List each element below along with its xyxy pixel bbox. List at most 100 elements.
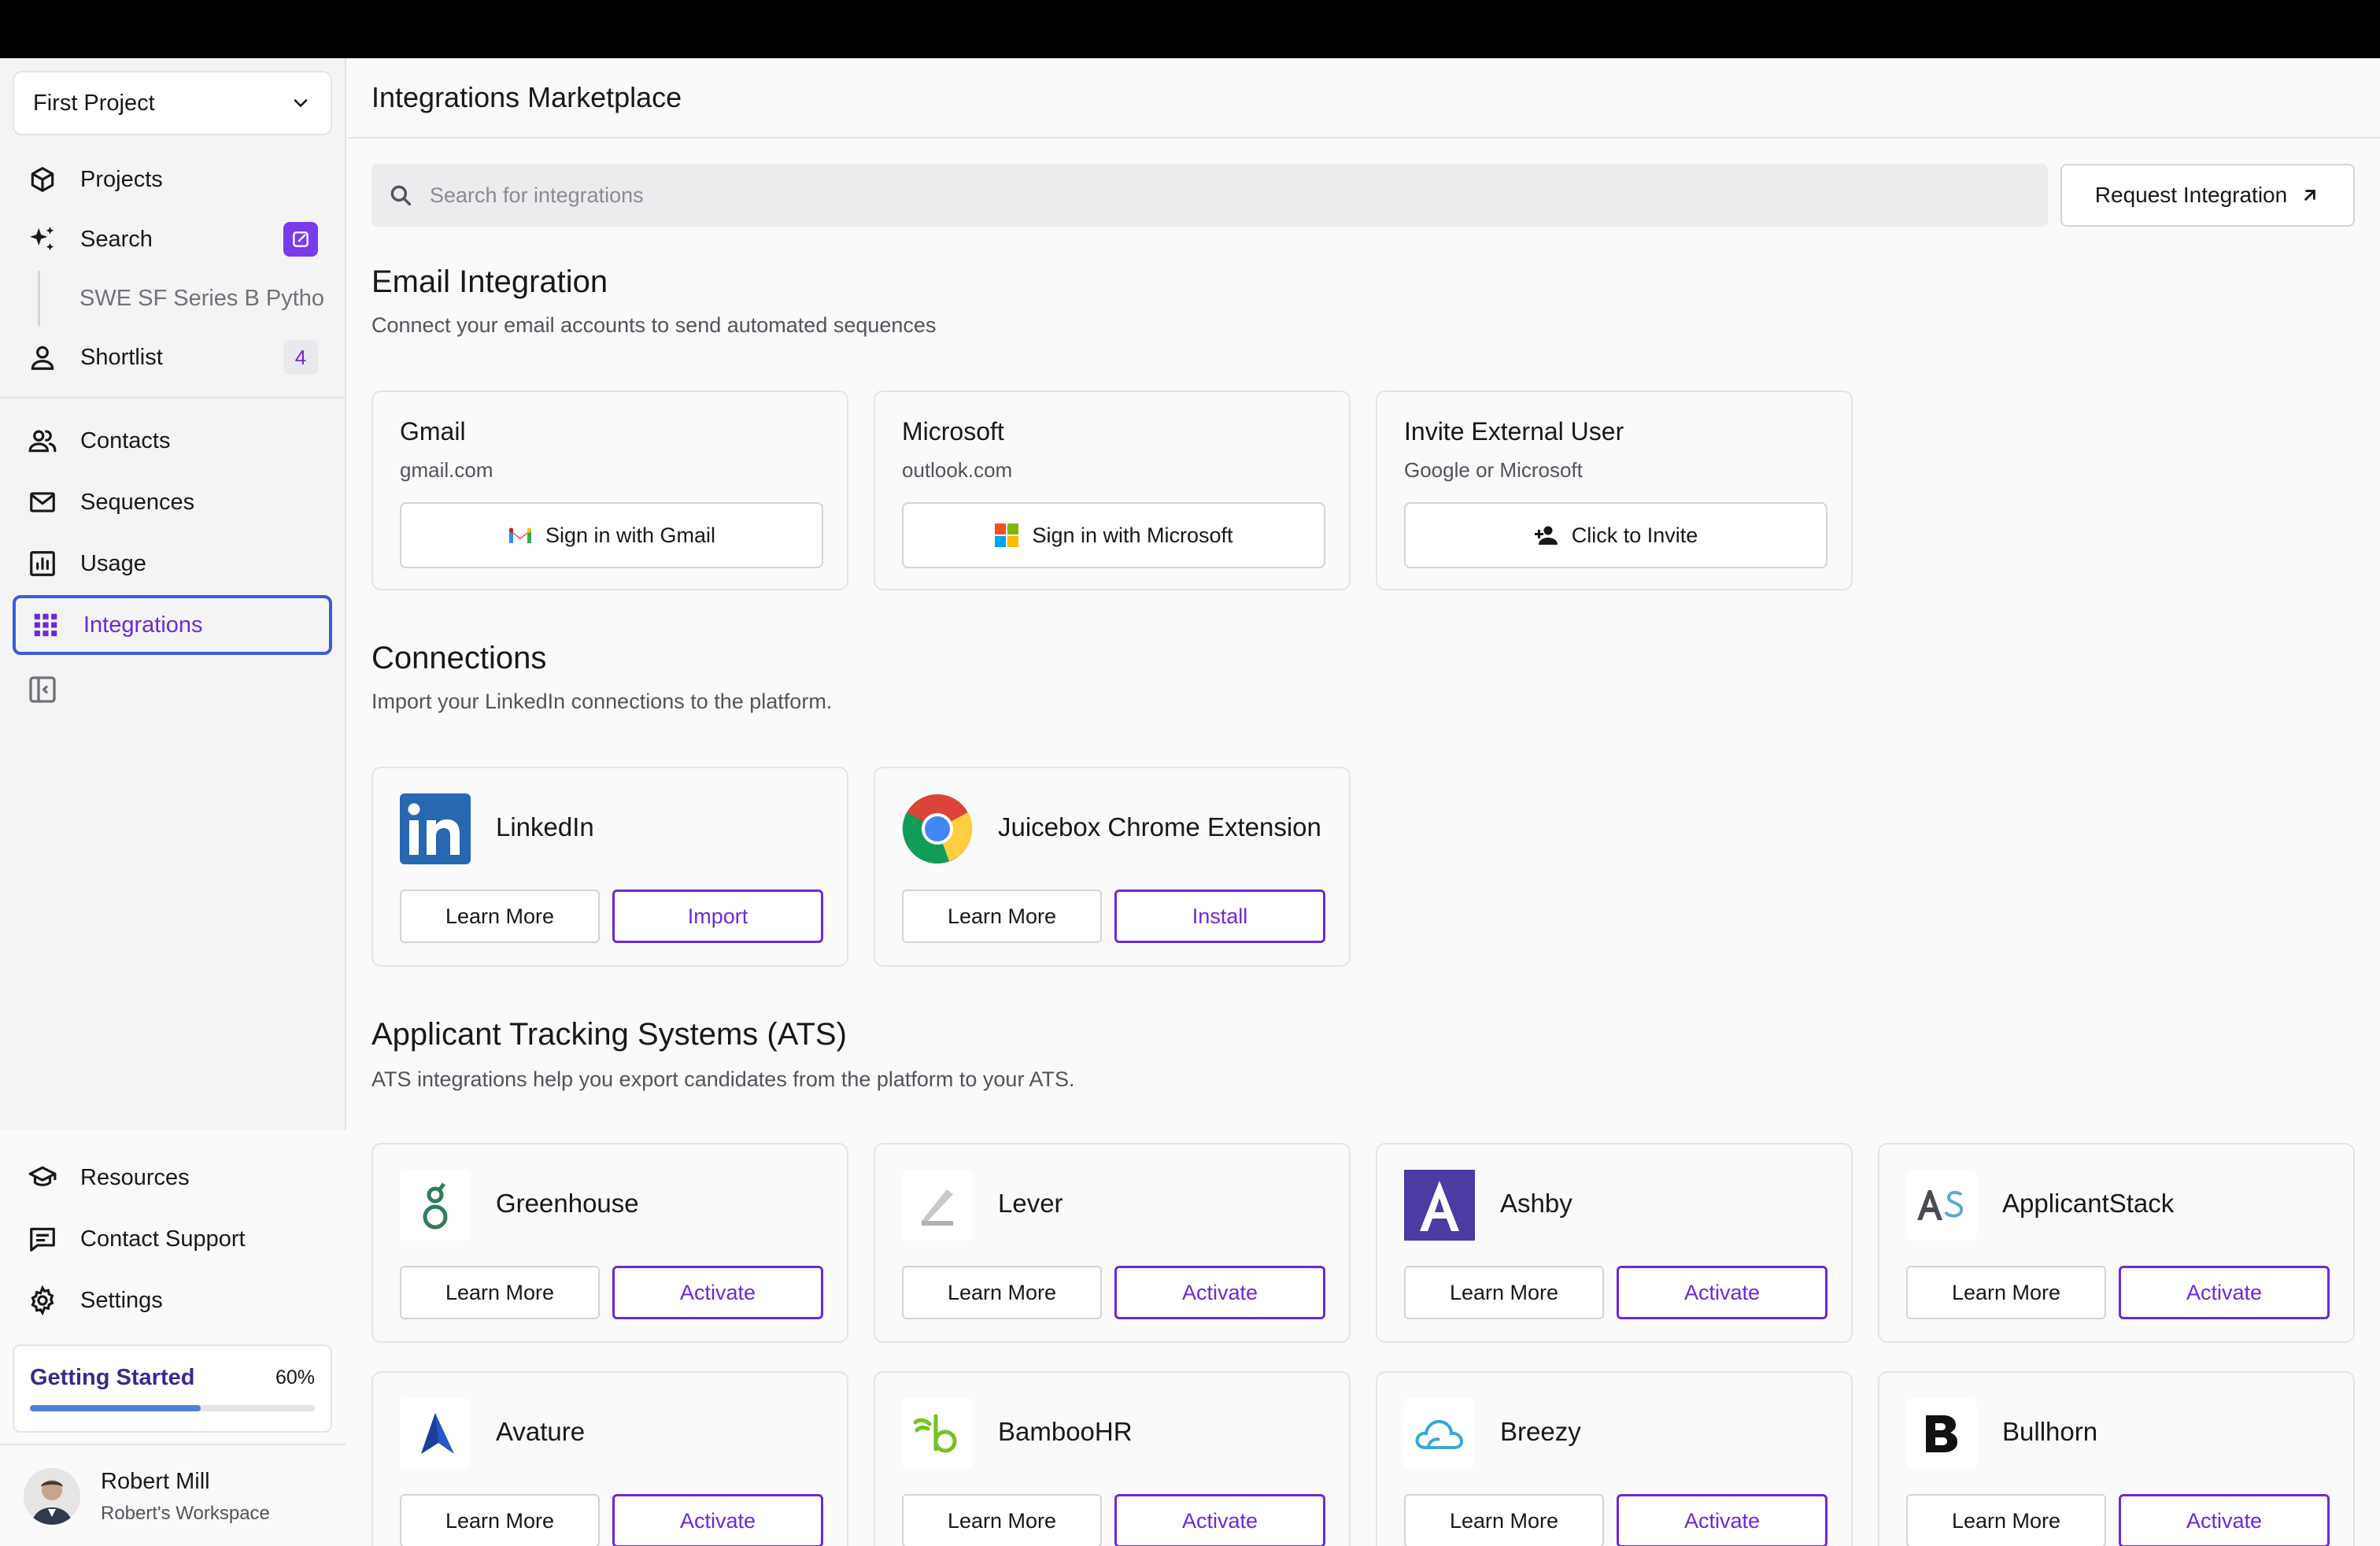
- nav-contacts-label: Contacts: [80, 427, 171, 453]
- gmail-card: Gmail gmail.com Sign in with Gmail: [371, 390, 848, 590]
- search-sub-item[interactable]: SWE SF Series B Pytho: [38, 271, 329, 326]
- sidebar: First Project Projects Search SWE SF Ser…: [0, 58, 346, 1546]
- nav-contact-support-label: Contact Support: [80, 1226, 246, 1252]
- page-header: Integrations Marketplace: [348, 58, 2380, 139]
- nav-shortlist-label: Shortlist: [80, 344, 163, 370]
- invite-external-user-card: Invite External User Google or Microsoft…: [1376, 390, 1853, 590]
- sign-in-microsoft-button[interactable]: Sign in with Microsoft: [902, 502, 1325, 568]
- nav-resources[interactable]: Resources: [13, 1148, 332, 1208]
- sidebar-divider: [0, 1444, 346, 1445]
- cube-icon: [27, 164, 58, 195]
- connections-section-title: Connections: [371, 641, 547, 675]
- nav-contact-support[interactable]: Contact Support: [13, 1209, 332, 1269]
- activate-button[interactable]: Activate: [1617, 1266, 1828, 1319]
- integration-name: Breezy: [1500, 1417, 1581, 1446]
- import-button[interactable]: Import: [612, 890, 823, 943]
- nav-contacts[interactable]: Contacts: [13, 411, 332, 471]
- shortlist-count-badge: 4: [283, 340, 318, 375]
- learn-more-button[interactable]: Learn More: [902, 1266, 1102, 1319]
- nav-shortlist[interactable]: Shortlist 4: [13, 327, 332, 387]
- collapse-sidebar-icon[interactable]: [27, 674, 58, 705]
- nav-search-label: Search: [80, 226, 153, 252]
- card-title: Microsoft: [902, 417, 1004, 446]
- greenhouse-card: Greenhouse Learn More Activate: [371, 1143, 848, 1343]
- activate-button[interactable]: Activate: [2119, 1266, 2330, 1319]
- integration-name: ApplicantStack: [2002, 1189, 2175, 1218]
- new-search-button[interactable]: [283, 222, 318, 257]
- breezy-icon: [1404, 1398, 1475, 1469]
- learn-more-button[interactable]: Learn More: [902, 890, 1102, 943]
- nav-sequences[interactable]: Sequences: [13, 472, 332, 532]
- nav-integrations-label: Integrations: [83, 612, 203, 638]
- click-to-invite-button[interactable]: Click to Invite: [1404, 502, 1828, 568]
- nav-projects[interactable]: Projects: [13, 150, 332, 209]
- learn-more-button[interactable]: Learn More: [400, 1266, 600, 1319]
- nav-settings-label: Settings: [80, 1287, 163, 1313]
- learn-more-button[interactable]: Learn More: [902, 1494, 1102, 1546]
- progress-fill: [30, 1405, 201, 1411]
- integration-name: BambooHR: [998, 1417, 1133, 1446]
- user-profile[interactable]: Robert Mill Robert's Workspace: [0, 1447, 346, 1546]
- project-name: First Project: [33, 90, 155, 116]
- card-title: Invite External User: [1404, 417, 1624, 446]
- install-button[interactable]: Install: [1114, 890, 1325, 943]
- nav-settings[interactable]: Settings: [13, 1270, 332, 1330]
- chrome-icon: [902, 793, 973, 864]
- email-section-subtitle: Connect your email accounts to send auto…: [371, 313, 937, 337]
- nav-sequences-label: Sequences: [80, 489, 195, 515]
- nav-integrations[interactable]: Integrations: [13, 595, 332, 655]
- ashby-icon: [1404, 1170, 1475, 1241]
- learn-more-button[interactable]: Learn More: [1404, 1494, 1604, 1546]
- user-workspace: Robert's Workspace: [101, 1502, 270, 1524]
- sparkle-icon: [27, 224, 58, 255]
- integration-name: Ashby: [1500, 1189, 1572, 1218]
- learn-more-button[interactable]: Learn More: [1906, 1266, 2106, 1319]
- activate-button[interactable]: Activate: [2119, 1494, 2330, 1546]
- activate-button[interactable]: Activate: [1617, 1494, 1828, 1546]
- search-bar[interactable]: [371, 164, 2048, 227]
- learn-more-button[interactable]: Learn More: [400, 1494, 600, 1546]
- learn-more-button[interactable]: Learn More: [400, 890, 600, 943]
- getting-started-progress: [30, 1405, 315, 1411]
- email-section-title: Email Integration: [371, 264, 608, 299]
- linkedin-icon: [400, 793, 471, 864]
- sign-in-gmail-button[interactable]: Sign in with Gmail: [400, 502, 823, 568]
- getting-started-card[interactable]: Getting Started 60%: [13, 1344, 332, 1433]
- request-integration-label: Request Integration: [2094, 183, 2288, 207]
- search-input[interactable]: [430, 183, 1925, 208]
- avature-card: Avature Learn More Activate: [371, 1371, 848, 1546]
- message-icon: [27, 1223, 58, 1255]
- project-selector[interactable]: First Project: [13, 71, 332, 135]
- activate-button[interactable]: Activate: [1114, 1266, 1325, 1319]
- search-sub-label: SWE SF Series B Pytho: [79, 285, 325, 311]
- avatar: [24, 1468, 80, 1525]
- activate-button[interactable]: Activate: [612, 1494, 823, 1546]
- chrome-extension-card: Juicebox Chrome Extension Learn More Ins…: [874, 767, 1351, 967]
- getting-started-label: Getting Started: [30, 1365, 195, 1390]
- activate-button[interactable]: Activate: [612, 1266, 823, 1319]
- ats-section-title: Applicant Tracking Systems (ATS): [371, 1017, 847, 1052]
- learn-more-button[interactable]: Learn More: [1906, 1494, 2106, 1546]
- nav-usage[interactable]: Usage: [13, 534, 332, 594]
- integration-name: Bullhorn: [2002, 1417, 2098, 1446]
- request-integration-button[interactable]: Request Integration: [2060, 164, 2355, 227]
- bar-chart-icon: [27, 548, 58, 579]
- card-title: Gmail: [400, 417, 466, 446]
- microsoft-card: Microsoft outlook.com Sign in with Micro…: [874, 390, 1351, 590]
- activate-button[interactable]: Activate: [1114, 1494, 1325, 1546]
- chevron-down-icon: [294, 99, 308, 107]
- learn-more-button[interactable]: Learn More: [1404, 1266, 1604, 1319]
- breezy-card: Breezy Learn More Activate: [1376, 1371, 1853, 1546]
- bamboohr-card: BambooHR Learn More Activate: [874, 1371, 1351, 1546]
- button-label: Sign in with Microsoft: [1032, 523, 1233, 547]
- contacts-icon: [27, 425, 58, 457]
- edit-icon: [293, 231, 309, 247]
- add-user-icon: [1534, 523, 1559, 548]
- linkedin-card: LinkedIn Learn More Import: [371, 767, 848, 967]
- card-subtitle: Google or Microsoft: [1404, 458, 1583, 482]
- applicantstack-icon: [1906, 1170, 1977, 1241]
- integration-name: Juicebox Chrome Extension: [998, 812, 1321, 841]
- nav-search[interactable]: Search: [13, 209, 332, 269]
- bullhorn-card: Bullhorn Learn More Activate: [1878, 1371, 2355, 1546]
- integration-name: Avature: [496, 1417, 586, 1446]
